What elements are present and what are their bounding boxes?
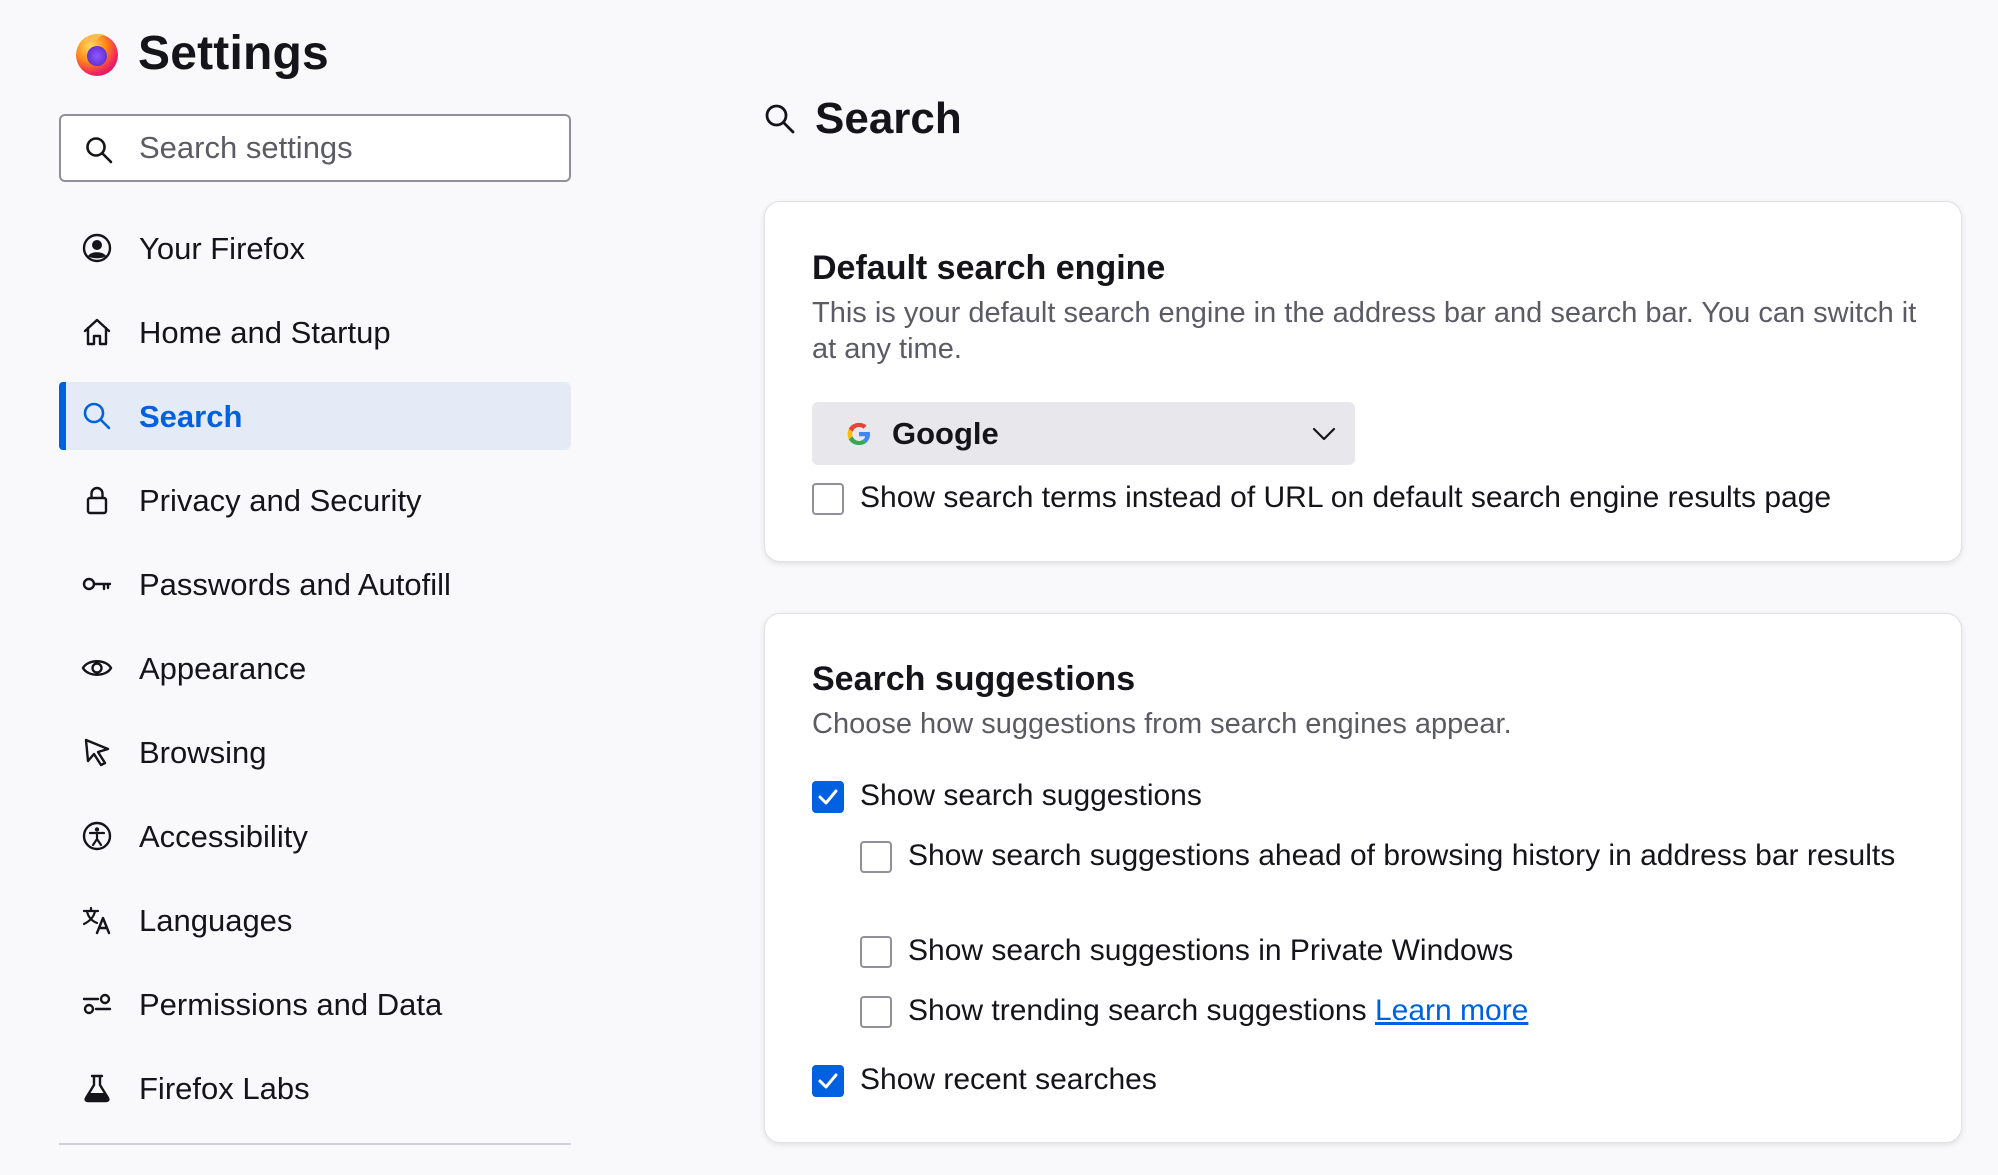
sidebar-item-languages[interactable]: Languages xyxy=(59,886,571,954)
sidebar-item-label: Languages xyxy=(139,903,293,938)
key-icon xyxy=(82,577,112,591)
search-settings-field[interactable] xyxy=(59,114,571,182)
cursor-icon xyxy=(84,738,110,767)
default-search-engine-card: Default search engine This is your defau… xyxy=(764,201,1962,562)
eye-icon xyxy=(81,660,113,676)
section-title: Search suggestions xyxy=(812,660,1136,698)
section-title: Default search engine xyxy=(812,249,1166,287)
checkbox-label: Show search suggestions ahead of browsin… xyxy=(908,839,1896,872)
sidebar-item-home-and-startup[interactable]: Home and Startup xyxy=(59,298,571,366)
sidebar-item-browsing[interactable]: Browsing xyxy=(59,718,571,786)
sidebar-item-label: Search xyxy=(139,399,243,434)
main-content: Search Default search engine This is you… xyxy=(700,0,1998,1175)
sidebar-item-accessibility[interactable]: Accessibility xyxy=(59,802,571,870)
search-icon xyxy=(765,104,795,134)
app-title: Settings xyxy=(138,27,329,80)
home-icon xyxy=(83,318,111,346)
account-icon xyxy=(82,233,112,263)
checkmark-icon xyxy=(818,789,838,805)
page-header: Search xyxy=(763,94,962,144)
checkbox-label: Show search suggestions xyxy=(860,779,1202,812)
sidebar-item-permissions-and-data[interactable]: Permissions and Data xyxy=(59,970,571,1038)
sidebar-item-label: Passwords and Autofill xyxy=(139,567,451,602)
sidebar-item-search[interactable]: Search xyxy=(59,382,571,450)
selected-engine: Google xyxy=(892,416,999,451)
sidebar-item-privacy-and-security[interactable]: Privacy and Security xyxy=(59,466,571,534)
sidebar-nav: Your Firefox Home and Startup Search Pri… xyxy=(59,214,571,1138)
show-search-suggestions-checkbox[interactable] xyxy=(812,781,844,813)
suggestions-private-windows-checkbox[interactable] xyxy=(860,936,892,968)
sidebar-item-firefox-labs[interactable]: Firefox Labs xyxy=(59,1054,571,1122)
sidebar-item-label: Browsing xyxy=(139,735,267,770)
checkbox-label: Show search terms instead of URL on defa… xyxy=(860,481,1832,514)
sidebar-item-appearance[interactable]: Appearance xyxy=(59,634,571,702)
sidebar-item-label: Appearance xyxy=(139,651,307,686)
sidebar-item-label: Your Firefox xyxy=(139,231,305,266)
permissions-icon xyxy=(82,993,112,1015)
sidebar-item-label: Privacy and Security xyxy=(139,483,422,518)
checkbox-label: Show trending search suggestions xyxy=(908,994,1375,1027)
sidebar-item-label: Firefox Labs xyxy=(139,1071,310,1106)
sidebar-item-your-firefox[interactable]: Your Firefox xyxy=(59,214,571,282)
search-engine-select[interactable]: Google xyxy=(812,402,1355,465)
translate-icon xyxy=(82,906,111,935)
sidebar: Settings Your Firefox xyxy=(0,0,600,1175)
suggestions-ahead-of-history-checkbox[interactable] xyxy=(860,841,892,873)
sidebar-item-label: Permissions and Data xyxy=(139,987,443,1022)
trending-suggestions-checkbox[interactable] xyxy=(860,996,892,1028)
sidebar-item-label: Accessibility xyxy=(139,819,308,854)
settings-window: Settings Your Firefox xyxy=(0,0,1998,1175)
section-description: This is your default search engine in th… xyxy=(812,297,1917,365)
section-description: Choose how suggestions from search engin… xyxy=(812,708,1512,740)
sidebar-item-label: Home and Startup xyxy=(139,315,391,350)
learn-more-link[interactable]: Learn more xyxy=(1375,994,1528,1027)
sidebar-item-passwords-and-autofill[interactable]: Passwords and Autofill xyxy=(59,550,571,618)
checkmark-icon xyxy=(818,1073,838,1089)
checkbox-label-group: Show trending search suggestions Learn m… xyxy=(908,993,1528,1029)
checkbox-label: Show recent searches xyxy=(860,1063,1157,1096)
sidebar-divider xyxy=(59,1143,571,1145)
page-title: Search xyxy=(815,94,962,143)
firefox-logo-icon xyxy=(76,33,118,76)
search-settings-input[interactable] xyxy=(139,116,559,180)
lock-icon xyxy=(86,486,108,515)
brand-header: Settings xyxy=(72,26,329,81)
search-suggestions-card: Search suggestions Choose how suggestion… xyxy=(764,613,1962,1143)
search-icon xyxy=(83,402,111,430)
accessibility-icon xyxy=(82,821,112,851)
show-search-terms-checkbox[interactable] xyxy=(812,483,844,515)
search-icon xyxy=(86,137,113,164)
checkbox-label: Show search suggestions in Private Windo… xyxy=(908,934,1514,967)
show-recent-searches-checkbox[interactable] xyxy=(812,1065,844,1097)
google-icon xyxy=(847,422,870,445)
chevron-down-icon xyxy=(1312,427,1336,441)
flask-icon xyxy=(84,1074,110,1103)
